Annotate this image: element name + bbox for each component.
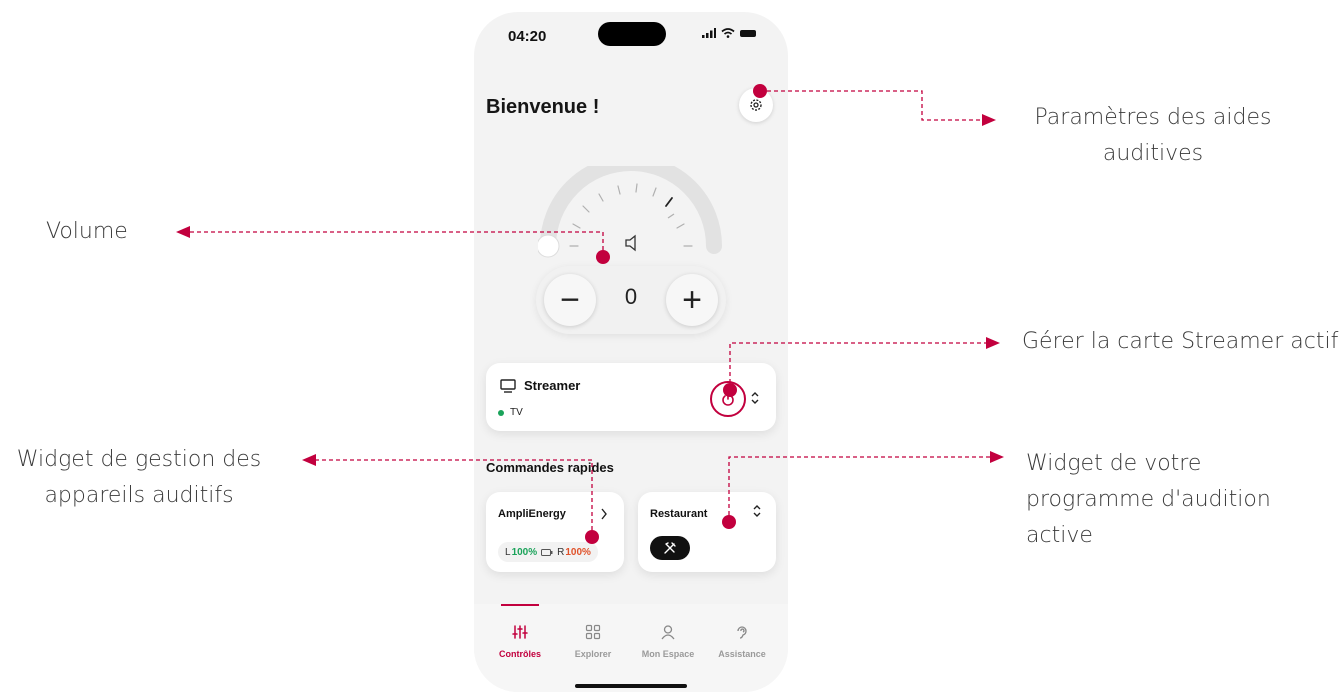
annotation-connectors — [176, 84, 1004, 544]
arrow-volume — [176, 226, 190, 238]
arrow-program — [990, 451, 1004, 463]
marker-devices — [585, 530, 599, 544]
marker-streamer — [723, 383, 737, 397]
marker-volume — [596, 250, 610, 264]
arrow-settings — [982, 114, 996, 126]
arrow-devices — [302, 454, 316, 466]
marker-settings — [753, 84, 767, 98]
arrow-streamer — [986, 337, 1000, 349]
marker-program — [722, 515, 736, 529]
